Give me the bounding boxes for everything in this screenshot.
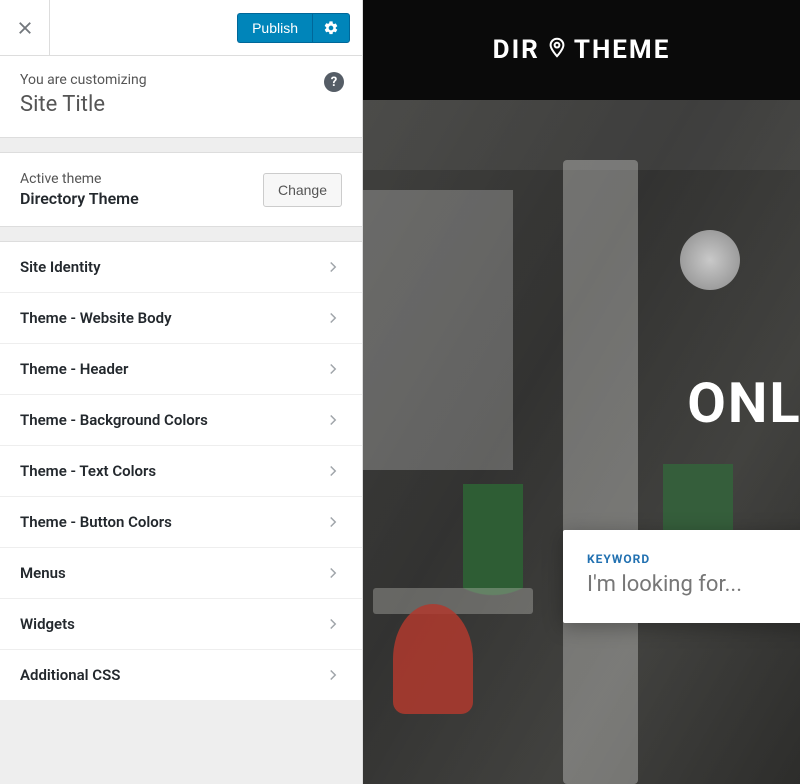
search-card: KEYWORD I'm looking for...: [563, 530, 800, 623]
chevron-right-icon: [324, 309, 342, 327]
chevron-right-icon: [324, 462, 342, 480]
help-button[interactable]: ?: [324, 72, 344, 92]
customizer-menu: Site Identity Theme - Website Body Theme…: [0, 241, 362, 701]
chevron-right-icon: [324, 411, 342, 429]
active-theme-label: Active theme: [20, 171, 139, 187]
chevron-right-icon: [324, 513, 342, 531]
close-icon: [16, 19, 34, 37]
menu-item-label: Theme - Background Colors: [20, 411, 208, 429]
menu-item-additional-css[interactable]: Additional CSS: [0, 650, 362, 701]
preview-header: DIR THEME: [363, 0, 800, 100]
customizer-top-bar: Publish: [0, 0, 362, 56]
menu-item-label: Theme - Website Body: [20, 309, 172, 327]
publish-button[interactable]: Publish: [237, 13, 312, 43]
logo-text-left: DIR: [493, 35, 540, 65]
hero-section: ONLI KEYWORD I'm looking for...: [363, 100, 800, 784]
gear-icon: [323, 20, 339, 36]
customizer-context: You are customizing Site Title ?: [0, 56, 362, 138]
site-preview: DIR THEME ONLI KEYWORD I'm looking for..…: [363, 0, 800, 784]
chevron-right-icon: [324, 258, 342, 276]
logo-text-right: THEME: [574, 35, 670, 65]
menu-item-menus[interactable]: Menus: [0, 548, 362, 599]
hero-background-illustration: [363, 100, 800, 784]
active-theme-box: Active theme Directory Theme Change: [0, 152, 362, 227]
menu-item-label: Menus: [20, 564, 66, 582]
context-title: Site Title: [20, 92, 342, 117]
chevron-right-icon: [324, 564, 342, 582]
menu-item-label: Site Identity: [20, 258, 101, 276]
menu-item-site-identity[interactable]: Site Identity: [0, 242, 362, 293]
context-label: You are customizing: [20, 72, 342, 88]
menu-item-label: Additional CSS: [20, 666, 120, 684]
menu-item-theme-header[interactable]: Theme - Header: [0, 344, 362, 395]
publish-settings-button[interactable]: [312, 13, 350, 43]
chevron-right-icon: [324, 615, 342, 633]
change-theme-button[interactable]: Change: [263, 173, 342, 207]
menu-item-theme-button-colors[interactable]: Theme - Button Colors: [0, 497, 362, 548]
chevron-right-icon: [324, 666, 342, 684]
menu-item-label: Theme - Header: [20, 360, 128, 378]
menu-item-label: Widgets: [20, 615, 75, 633]
menu-item-label: Theme - Button Colors: [20, 513, 172, 531]
search-keyword-input[interactable]: I'm looking for...: [587, 572, 796, 597]
active-theme-name: Directory Theme: [20, 189, 139, 208]
map-pin-icon: [546, 35, 568, 65]
hero-title: ONLI: [687, 370, 800, 436]
close-button[interactable]: [0, 0, 50, 56]
menu-item-theme-website-body[interactable]: Theme - Website Body: [0, 293, 362, 344]
menu-item-label: Theme - Text Colors: [20, 462, 156, 480]
chevron-right-icon: [324, 360, 342, 378]
help-icon: ?: [331, 75, 337, 90]
menu-item-theme-background-colors[interactable]: Theme - Background Colors: [0, 395, 362, 446]
customizer-sidebar: Publish You are customizing Site Title ?…: [0, 0, 363, 784]
menu-item-theme-text-colors[interactable]: Theme - Text Colors: [0, 446, 362, 497]
search-keyword-label: KEYWORD: [587, 552, 796, 566]
menu-item-widgets[interactable]: Widgets: [0, 599, 362, 650]
